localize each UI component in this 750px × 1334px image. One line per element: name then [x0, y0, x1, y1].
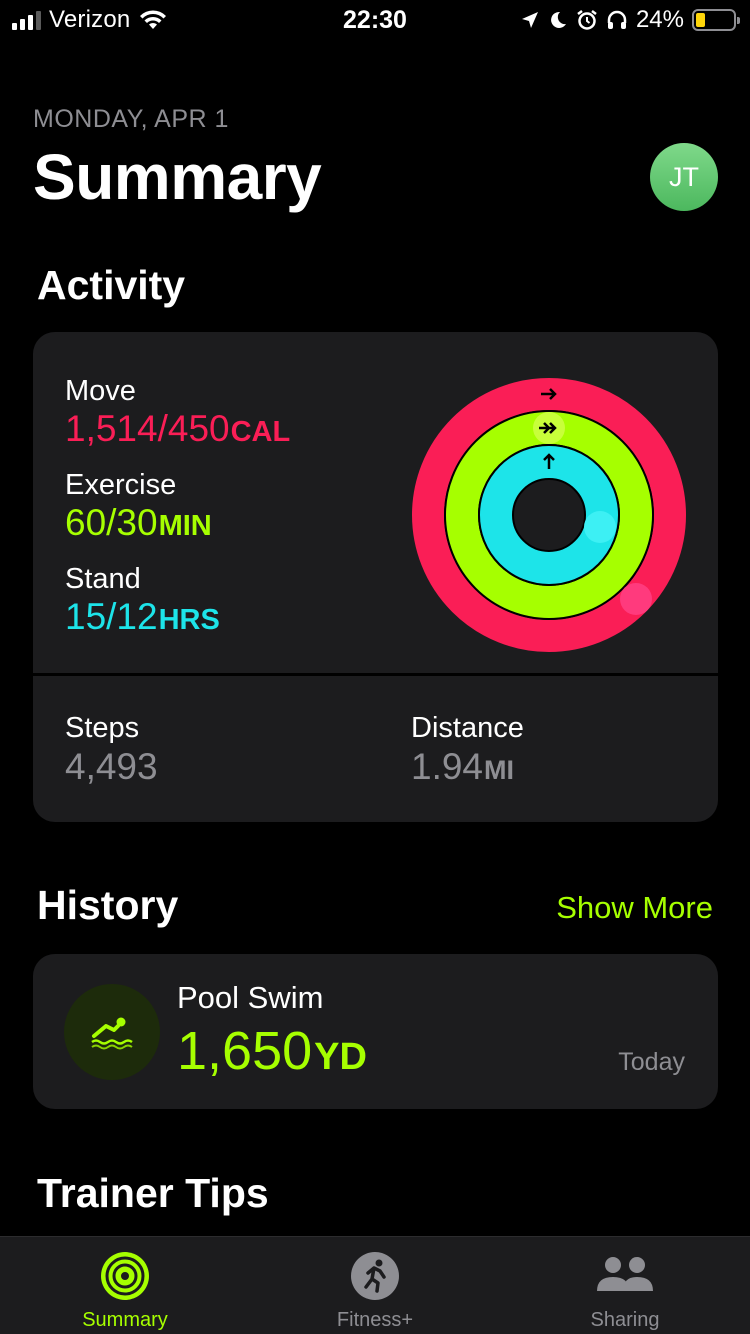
status-left: Verizon	[12, 6, 168, 34]
tab-sharing-label: Sharing	[590, 1309, 660, 1331]
tab-sharing[interactable]: Sharing	[500, 1237, 750, 1334]
workout-date: Today	[618, 1048, 685, 1076]
stand-label: Stand	[65, 563, 141, 595]
stand-ring	[480, 446, 618, 584]
battery-percent: 24%	[635, 6, 684, 33]
distance-label: Distance	[411, 712, 524, 744]
activity-card[interactable]: Move 1,514/450 CAL Exercise 60/30 MIN Stan…	[33, 332, 718, 822]
move-label: Move	[65, 375, 136, 407]
wifi-icon	[140, 10, 167, 29]
workout-name: Pool Swim	[177, 980, 324, 1015]
signal-icon	[12, 10, 41, 30]
steps-value: 4,493	[65, 746, 158, 787]
avatar[interactable]: JT	[650, 143, 718, 211]
headphones-icon	[607, 10, 627, 29]
people-icon	[597, 1257, 653, 1291]
battery-level	[696, 13, 705, 27]
move-value: 1,514/450 CAL	[65, 408, 291, 449]
show-more-link[interactable]: Show More	[556, 890, 713, 926]
activity-section-title: Activity	[37, 262, 186, 308]
tab-summary[interactable]: Summary	[0, 1237, 250, 1334]
card-divider	[33, 673, 718, 676]
trainer-tips-section-title: Trainer Tips	[37, 1170, 269, 1216]
stand-ring-cap	[584, 511, 616, 543]
steps-label: Steps	[65, 712, 140, 744]
date-label: MONDAY, APR 1	[33, 105, 229, 133]
location-arrow-icon	[521, 12, 538, 28]
history-section-title: History	[37, 882, 179, 928]
tab-bar: Summary Fitness+ Sharing	[0, 1236, 750, 1334]
runner-icon	[351, 1252, 399, 1300]
status-right: 24%	[520, 6, 740, 34]
move-ring-cap	[620, 583, 652, 615]
pool-swim-icon	[64, 984, 160, 1080]
exercise-label: Exercise	[65, 469, 177, 501]
carrier-name: Verizon	[49, 6, 131, 33]
activity-rings	[412, 378, 686, 652]
activity-rings-icon	[101, 1252, 149, 1300]
status-bar: Verizon 22:30 24%	[0, 0, 750, 40]
distance-value: 1.94 MI	[411, 746, 515, 787]
tab-fitness-plus-label: Fitness+	[336, 1309, 414, 1331]
stand-value: 15/12 HRS	[65, 596, 220, 637]
workout-value: 1,650 YD	[177, 1021, 367, 1081]
tab-fitness-plus[interactable]: Fitness+	[250, 1237, 500, 1334]
moon-icon	[551, 11, 566, 28]
workout-card[interactable]: Pool Swim 1,650 YD Today	[33, 954, 718, 1109]
page-title: Summary	[33, 141, 322, 213]
tab-summary-label: Summary	[82, 1309, 168, 1331]
exercise-value: 60/30 MIN	[65, 502, 212, 543]
alarm-icon	[577, 10, 597, 30]
battery-icon	[692, 9, 740, 31]
